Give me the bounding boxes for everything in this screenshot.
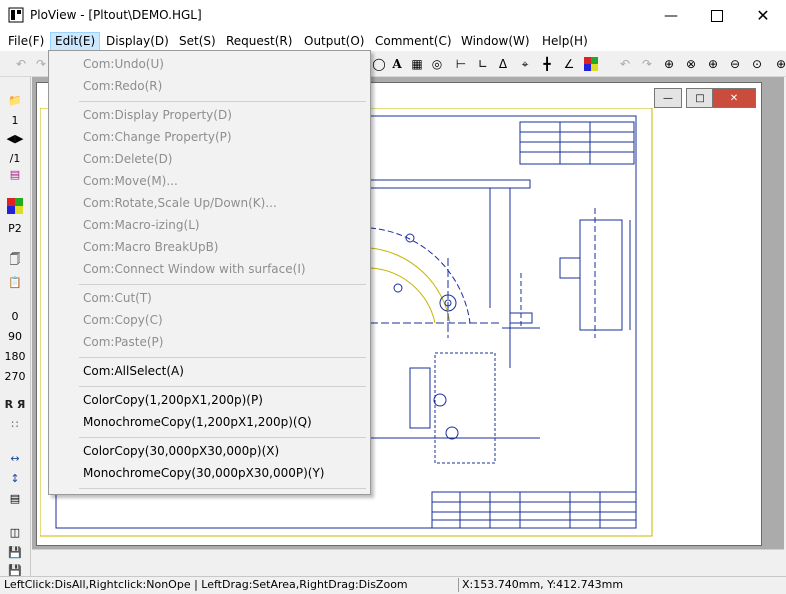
- crosshair-tool-icon[interactable]: ⌖: [516, 55, 534, 73]
- slope-tool-icon[interactable]: ∠: [560, 55, 578, 73]
- dot-grid-icon[interactable]: ∷: [4, 415, 26, 433]
- status-bar: LeftClick:DisAll,Rightclick:NonOpe | Lef…: [0, 576, 786, 594]
- color-palette-left-icon[interactable]: [4, 197, 26, 215]
- next-view-icon[interactable]: ↷: [638, 55, 656, 73]
- side-view: [502, 208, 631, 338]
- title-bar: PloView - [Pltout\DEMO.HGL] — ✕: [0, 0, 786, 31]
- color-palette-icon[interactable]: [582, 55, 600, 73]
- status-coordinates: X:153.740mm, Y:412.743mm: [462, 578, 624, 591]
- menu-display[interactable]: Display(D): [102, 33, 173, 50]
- copy-doc-icon[interactable]: 🗍: [4, 251, 26, 269]
- maximize-icon: [711, 9, 723, 22]
- menu-item-change-property[interactable]: Com:Change Property(P): [83, 127, 232, 147]
- menu-item-undo[interactable]: Com:Undo(U): [83, 54, 164, 74]
- menu-separator: [79, 386, 366, 387]
- ellipse-tool-icon[interactable]: ◯: [370, 55, 388, 73]
- menu-item-rotate-scale[interactable]: Com:Rotate,Scale Up/Down(K)...: [83, 193, 277, 213]
- menu-comment[interactable]: Comment(C): [371, 33, 456, 50]
- minimize-button[interactable]: —: [648, 0, 694, 31]
- menu-item-copy[interactable]: Com:Copy(C): [83, 310, 163, 330]
- menu-window[interactable]: Window(W): [457, 33, 534, 50]
- doc-close-button[interactable]: ✕: [712, 88, 756, 108]
- grid-lines-icon[interactable]: ╋: [538, 55, 556, 73]
- save-pdf-icon[interactable]: 💾: [4, 543, 26, 561]
- rotation-270[interactable]: 270: [4, 367, 26, 385]
- close-icon: ✕: [756, 6, 770, 25]
- title-block-top: [519, 121, 635, 165]
- page-number: 1: [11, 113, 19, 127]
- dimension-tool-icon[interactable]: ⊢: [452, 55, 470, 73]
- layout-icon[interactable]: ▤: [4, 489, 26, 507]
- menu-item-paste[interactable]: Com:Paste(P): [83, 332, 163, 352]
- menu-item-mono-copy-30000[interactable]: MonochromeCopy(30,000pX30,000P)(Y): [83, 463, 324, 483]
- width-fit-icon[interactable]: ↔: [4, 449, 26, 467]
- menu-bar: File(F) Edit(E) Display(D) Set(S) Reques…: [0, 31, 786, 51]
- menu-separator: [79, 284, 366, 285]
- maximize-button[interactable]: [694, 0, 740, 31]
- print-preview-icon[interactable]: ◫: [4, 523, 26, 541]
- menu-item-color-copy-30000[interactable]: ColorCopy(30,000pX30,000p)(X): [83, 441, 279, 461]
- undo-icon[interactable]: ↶: [12, 55, 30, 73]
- menu-separator: [79, 101, 366, 102]
- minimize-icon: —: [664, 7, 678, 24]
- doc-restore-button[interactable]: □: [686, 88, 714, 108]
- horizontal-scrollbar[interactable]: [32, 549, 784, 570]
- zoom-extra-icon[interactable]: ⊕: [772, 55, 786, 73]
- text-tool-icon[interactable]: A: [388, 55, 406, 73]
- doc-minimize-button[interactable]: —: [654, 88, 682, 108]
- doc-restore-icon: □: [695, 92, 705, 104]
- window-title: PloView - [Pltout\DEMO.HGL]: [30, 8, 202, 22]
- menu-separator: [79, 437, 366, 438]
- menu-separator: [79, 357, 366, 358]
- angle-tool-icon[interactable]: ∟: [474, 55, 492, 73]
- rotation-180[interactable]: 180: [4, 347, 26, 365]
- menu-edit[interactable]: Edit(E): [50, 32, 101, 51]
- doc-minimize-icon: —: [663, 92, 673, 104]
- hatch-tool-icon[interactable]: ▦: [408, 55, 426, 73]
- menu-item-color-copy-1200[interactable]: ColorCopy(1,200pX1,200p)(P): [83, 390, 263, 410]
- status-hint: LeftClick:DisAll,Rightclick:NonOpe | Lef…: [4, 578, 408, 591]
- zoom-out-icon[interactable]: ⊖: [726, 55, 744, 73]
- menu-help[interactable]: Help(H): [538, 33, 592, 50]
- doc-close-icon: ✕: [729, 92, 739, 104]
- close-button[interactable]: ✕: [740, 0, 786, 31]
- menu-item-macro-breakup[interactable]: Com:Macro BreakUpB): [83, 237, 219, 257]
- height-fit-icon[interactable]: ↕: [4, 469, 26, 487]
- menu-item-delete[interactable]: Com:Delete(D): [83, 149, 172, 169]
- pen-tool-icon[interactable]: ▤: [4, 165, 26, 183]
- title-block-bottom: [431, 491, 637, 529]
- prev-view-icon[interactable]: ↶: [616, 55, 634, 73]
- paste-doc-icon[interactable]: 📋: [4, 273, 26, 291]
- menu-item-all-select[interactable]: Com:AllSelect(A): [83, 361, 184, 381]
- edit-menu-dropdown: Com:Undo(U) Com:Redo(R) Com:Display Prop…: [48, 50, 371, 495]
- zoom-fit-icon[interactable]: ⊗: [682, 55, 700, 73]
- mirror-button[interactable]: R Я: [4, 395, 26, 413]
- pen-selector[interactable]: P2: [4, 219, 26, 237]
- zoom-full-icon[interactable]: ⊙: [748, 55, 766, 73]
- menu-item-display-property[interactable]: Com:Display Property(D): [83, 105, 232, 125]
- menu-item-redo[interactable]: Com:Redo(R): [83, 76, 162, 96]
- menu-output[interactable]: Output(O): [300, 33, 369, 50]
- page-prev-next-icon[interactable]: ◀▶: [4, 129, 26, 147]
- ploview-app-icon: [8, 7, 24, 23]
- zoom-in-icon[interactable]: ⊕: [704, 55, 722, 73]
- circle-tool-icon[interactable]: ◎: [428, 55, 446, 73]
- menu-item-cut[interactable]: Com:Cut(T): [83, 288, 152, 308]
- menu-request[interactable]: Request(R): [222, 33, 296, 50]
- menu-set[interactable]: Set(S): [175, 33, 220, 50]
- menu-item-mono-copy-1200[interactable]: MonochromeCopy(1,200pX1,200p)(Q): [83, 412, 312, 432]
- left-toolbar: 📁 1 ◀▶ /1 ▤ P2 🗍 📋 0 90 180 270 R Я ∷ ↔ …: [0, 77, 31, 577]
- menu-file[interactable]: File(F): [4, 33, 48, 50]
- triangle-tool-icon[interactable]: Δ: [494, 55, 512, 73]
- menu-item-connect-window[interactable]: Com:Connect Window with surface(I): [83, 259, 306, 279]
- rotation-0[interactable]: 0: [4, 307, 26, 325]
- menu-separator: [79, 488, 366, 489]
- rotation-90[interactable]: 90: [4, 327, 26, 345]
- zoom-area-icon[interactable]: ⊕: [660, 55, 678, 73]
- menu-item-move[interactable]: Com:Move(M)...: [83, 171, 178, 191]
- status-separator: [458, 578, 459, 592]
- menu-item-macro-izing[interactable]: Com:Macro-izing(L): [83, 215, 200, 235]
- open-folder-icon[interactable]: 📁: [4, 91, 26, 109]
